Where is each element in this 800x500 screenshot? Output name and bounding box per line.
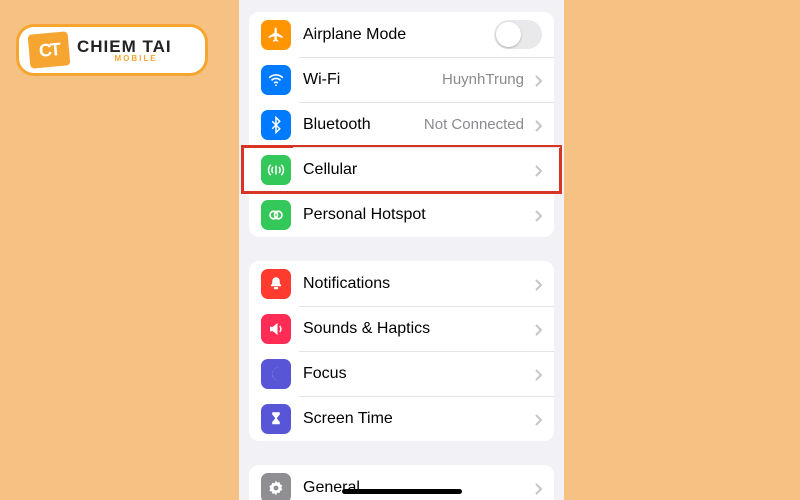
chevron-right-icon [534, 368, 542, 380]
chevron-right-icon [534, 278, 542, 290]
row-sounds-haptics[interactable]: Sounds & Haptics [249, 306, 554, 351]
row-label: Cellular [291, 161, 528, 179]
brand-logo: CT CHIEM TAI MOBILE [16, 24, 208, 76]
chevron-right-icon [534, 164, 542, 176]
row-wifi[interactable]: Wi-Fi HuynhTrung [249, 57, 554, 102]
row-bluetooth[interactable]: Bluetooth Not Connected [249, 102, 554, 147]
row-label: Focus [291, 365, 528, 383]
logo-title: CHIEM TAI [77, 38, 172, 55]
row-personal-hotspot[interactable]: Personal Hotspot [249, 192, 554, 237]
chevron-right-icon [534, 209, 542, 221]
row-general[interactable]: General [249, 465, 554, 500]
row-label: Wi-Fi [291, 71, 442, 89]
chevron-right-icon [534, 323, 542, 335]
airplane-icon [261, 20, 291, 50]
logo-subtitle: MOBILE [115, 55, 172, 63]
chevron-right-icon [534, 119, 542, 131]
bluetooth-icon [261, 110, 291, 140]
home-indicator [342, 489, 462, 494]
row-label: Airplane Mode [291, 26, 494, 44]
bluetooth-value: Not Connected [424, 116, 528, 133]
row-label: Notifications [291, 275, 528, 293]
logo-text: CHIEM TAI MOBILE [77, 38, 172, 63]
row-focus[interactable]: Focus [249, 351, 554, 396]
settings-group-connectivity: Airplane Mode Wi-Fi HuynhTrung Bluetooth… [249, 12, 554, 237]
settings-group-general: General [249, 465, 554, 500]
wifi-icon [261, 65, 291, 95]
sounds-icon [261, 314, 291, 344]
hotspot-icon [261, 200, 291, 230]
row-airplane-mode[interactable]: Airplane Mode [249, 12, 554, 57]
row-label: Screen Time [291, 410, 528, 428]
airplane-toggle[interactable] [494, 20, 542, 49]
settings-group-notifications: Notifications Sounds & Haptics Focus Scr… [249, 261, 554, 441]
moon-icon [261, 359, 291, 389]
row-label: Sounds & Haptics [291, 320, 528, 338]
row-notifications[interactable]: Notifications [249, 261, 554, 306]
wifi-value: HuynhTrung [442, 71, 528, 88]
row-label: Bluetooth [291, 116, 424, 134]
chevron-right-icon [534, 482, 542, 494]
row-screen-time[interactable]: Screen Time [249, 396, 554, 441]
row-cellular[interactable]: Cellular [243, 147, 560, 192]
hourglass-icon [261, 404, 291, 434]
chevron-right-icon [534, 413, 542, 425]
bell-icon [261, 269, 291, 299]
chevron-right-icon [534, 74, 542, 86]
row-label: Personal Hotspot [291, 206, 528, 224]
cellular-icon [261, 155, 291, 185]
settings-screen: Airplane Mode Wi-Fi HuynhTrung Bluetooth… [239, 0, 564, 500]
logo-badge: CT [28, 31, 71, 68]
gear-icon [261, 473, 291, 500]
